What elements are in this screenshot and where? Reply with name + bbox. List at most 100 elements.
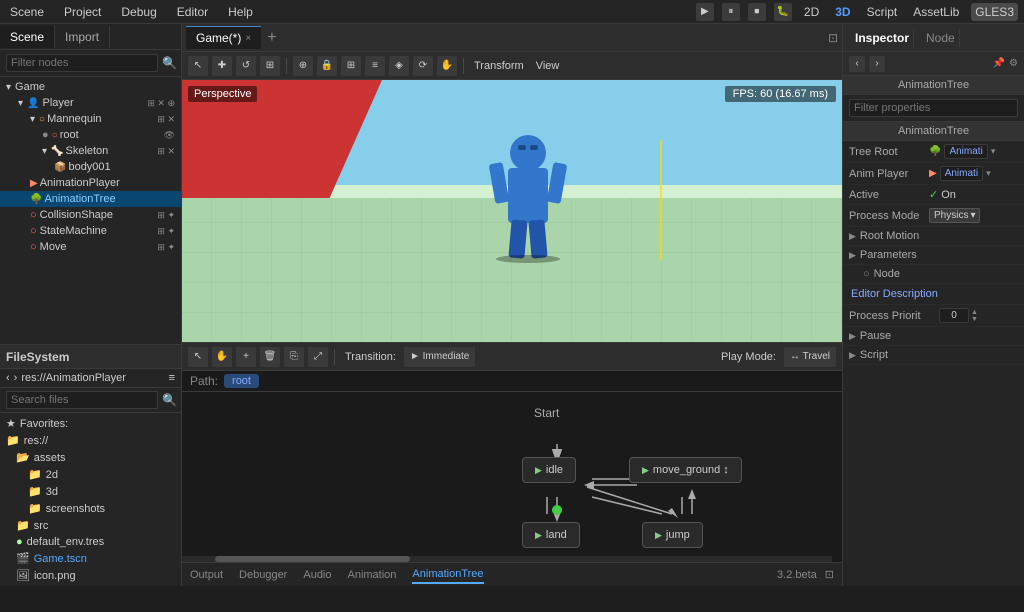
transform-label[interactable]: Transform	[474, 60, 524, 72]
menu-editor[interactable]: Editor	[173, 3, 212, 21]
tab-animtree[interactable]: AnimationTree	[412, 566, 483, 584]
view-label[interactable]: View	[536, 60, 560, 72]
fs-default-env[interactable]: ● default_env.tres	[0, 534, 181, 550]
pause-section[interactable]: ▶ Pause	[843, 327, 1024, 346]
tab-add-button[interactable]: +	[263, 29, 280, 47]
tab-game[interactable]: Game(*) ×	[186, 26, 261, 49]
group-tool[interactable]: ⊞	[341, 56, 361, 76]
tree-root-box[interactable]: Animati	[944, 144, 987, 159]
fs-2d[interactable]: 📁 2d	[0, 466, 181, 483]
anim-pan-tool[interactable]: ✋	[212, 347, 232, 367]
tree-item[interactable]: ▾ 🦴 Skeleton ⊞ ✕	[0, 143, 181, 159]
tab-output[interactable]: Output	[190, 567, 223, 583]
filter-nodes-input[interactable]	[6, 54, 158, 72]
fs-favorites[interactable]: ★ Favorites:	[0, 415, 181, 432]
menu-project[interactable]: Project	[60, 3, 105, 21]
tree-item[interactable]: 📦 body001	[0, 159, 181, 175]
inspector-settings-icon[interactable]: ⚙	[1009, 58, 1018, 69]
play-mode-dropdown[interactable]: ↔ Travel	[784, 347, 836, 367]
fs-3d[interactable]: 📁 3d	[0, 483, 181, 500]
active-text[interactable]: On	[941, 189, 956, 201]
align-tool[interactable]: ≡	[365, 56, 385, 76]
tab-scene[interactable]: Scene	[0, 26, 55, 48]
bone-tool[interactable]: ◈	[389, 56, 409, 76]
bottom-maximize-icon[interactable]: ⊡	[825, 568, 834, 581]
anim-canvas[interactable]: Start ▶ idle ▶ move_ground ↕ ▶ land	[182, 392, 842, 562]
tab-audio[interactable]: Audio	[303, 567, 331, 583]
debug-button[interactable]: 🐛	[774, 3, 792, 21]
fs-screenshots[interactable]: 📁 screenshots	[0, 500, 181, 517]
tree-item[interactable]: ○ Move ⊞ ✦	[0, 239, 181, 255]
move-tool[interactable]: ✚	[212, 56, 232, 76]
tree-item[interactable]: ▶ AnimationPlayer	[0, 175, 181, 191]
tab-debugger[interactable]: Debugger	[239, 567, 287, 583]
select-tool[interactable]: ↖	[188, 56, 208, 76]
anim-idle-node[interactable]: ▶ idle	[522, 457, 576, 483]
viewport[interactable]: Perspective FPS: 60 (16.67 ms)	[182, 80, 842, 342]
tree-item[interactable]: ▾ 👤 Player ⊞ ✕ ⊕	[0, 95, 181, 111]
view-2d-button[interactable]: 2D	[800, 3, 823, 21]
inspector-history-forward[interactable]: ›	[869, 56, 885, 72]
pause-button[interactable]: ⏸	[722, 3, 740, 21]
fs-search-input[interactable]	[6, 391, 158, 409]
menu-scene[interactable]: Scene	[6, 3, 48, 21]
tree-item-animation-tree[interactable]: 🌳 AnimationTree	[0, 191, 181, 207]
tree-root-arrow[interactable]: ▾	[991, 146, 996, 157]
fs-src[interactable]: 📁 src	[0, 517, 181, 534]
process-mode-dropdown[interactable]: Physics ▾	[929, 208, 980, 223]
tree-item[interactable]: ○ CollisionShape ⊞ ✦	[0, 207, 181, 223]
anim-scrollbar-h[interactable]	[182, 556, 832, 562]
anim-scrollbar-h-thumb[interactable]	[215, 556, 410, 562]
tree-item[interactable]: ▾ ○ Mannequin ⊞ ✕	[0, 111, 181, 127]
script-button[interactable]: Script	[863, 3, 902, 21]
anim-add-node-button[interactable]: +	[236, 347, 256, 367]
inspector-lock-icon[interactable]: 📌	[993, 58, 1005, 69]
filter-properties-input[interactable]	[849, 99, 1018, 117]
transition-dropdown[interactable]: ► Immediate	[404, 347, 475, 367]
anim-player-box[interactable]: Animati	[940, 166, 983, 181]
script-section[interactable]: ▶ Script	[843, 346, 1024, 365]
path-value[interactable]: root	[224, 374, 259, 388]
root-motion-section[interactable]: ▶ Root Motion	[843, 227, 1024, 246]
snap-tool[interactable]: ⊕	[293, 56, 313, 76]
fs-menu-icon[interactable]: ≡	[169, 372, 175, 384]
stop-button[interactable]: ⏹	[748, 3, 766, 21]
tree-item[interactable]: ○ StateMachine ⊞ ✦	[0, 223, 181, 239]
anim-player-arrow[interactable]: ▾	[986, 168, 991, 179]
anim-delete-button[interactable]: 🗑	[260, 347, 280, 367]
menu-help[interactable]: Help	[224, 3, 257, 21]
tab-animation[interactable]: Animation	[348, 567, 397, 583]
fs-game-tscn[interactable]: 🎬 Game.tscn	[0, 550, 181, 567]
assetlib-button[interactable]: AssetLib	[909, 3, 963, 21]
anim-connect-button[interactable]: ⤢	[308, 347, 328, 367]
hand-tool[interactable]: ✋	[437, 56, 457, 76]
transform-tool[interactable]: ⟳	[413, 56, 433, 76]
menu-debug[interactable]: Debug	[117, 3, 160, 21]
node-tab[interactable]: Node	[922, 29, 960, 47]
process-priority-input[interactable]	[939, 308, 969, 323]
anim-land-node[interactable]: ▶ land	[522, 522, 580, 548]
lock-tool[interactable]: 🔒	[317, 56, 337, 76]
rotate-tool[interactable]: ↺	[236, 56, 256, 76]
tree-item[interactable]: ▾ Game	[0, 79, 181, 95]
tree-item[interactable]: ● ○ root 👁	[0, 127, 181, 143]
priority-spinner[interactable]: ▲ ▼	[971, 309, 978, 323]
inspector-tab[interactable]: Inspector	[851, 29, 914, 47]
tab-close-icon[interactable]: ×	[245, 33, 251, 44]
scale-tool[interactable]: ⊞	[260, 56, 280, 76]
tab-import[interactable]: Import	[55, 26, 110, 48]
fs-forward[interactable]: ›	[14, 372, 18, 384]
editor-description-row[interactable]: Editor Description	[843, 284, 1024, 305]
anim-select-tool[interactable]: ↖	[188, 347, 208, 367]
anim-move-ground-node[interactable]: ▶ move_ground ↕	[629, 457, 742, 483]
play-button[interactable]: ▶	[696, 3, 714, 21]
parameters-section[interactable]: ▶ Parameters	[843, 246, 1024, 265]
fs-res[interactable]: 📁 res://	[0, 432, 181, 449]
anim-jump-node[interactable]: ▶ jump	[642, 522, 703, 548]
fs-assets[interactable]: 📂 assets	[0, 449, 181, 466]
fs-header[interactable]: FileSystem	[0, 345, 181, 369]
anim-duplicate-button[interactable]: ⎘	[284, 347, 304, 367]
view-3d-button[interactable]: 3D	[831, 3, 854, 21]
fs-back[interactable]: ‹	[6, 372, 10, 384]
inspector-history-back[interactable]: ‹	[849, 56, 865, 72]
